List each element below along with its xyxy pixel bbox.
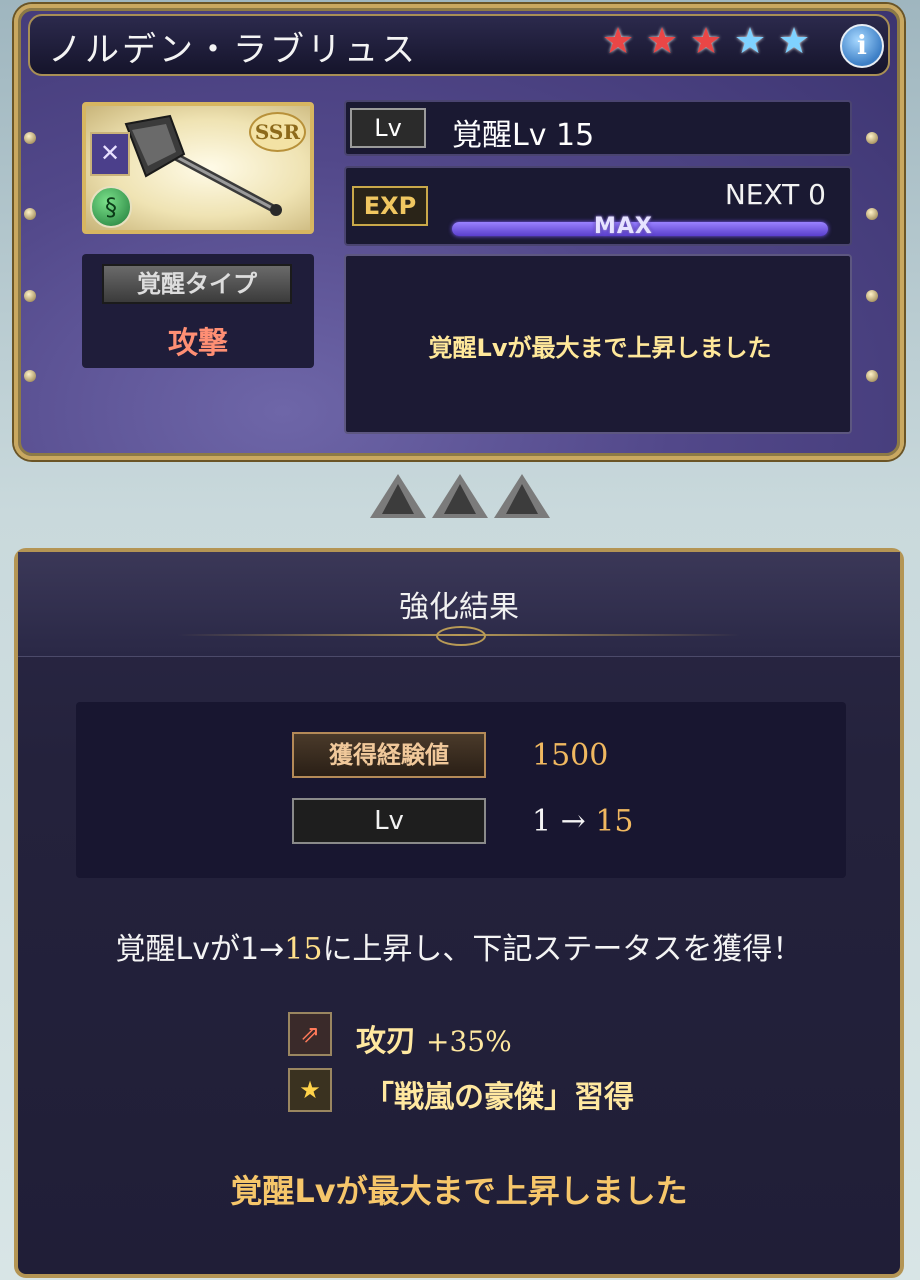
awakening-level: 覚醒Lv 15 [452,118,595,153]
gained-exp-value: 1500 [532,738,609,773]
lv-to: 15 [595,804,634,839]
star-icon: ★ [733,21,767,62]
title-bar: ノルデン・ラブリュス ★ ★ ★ ★ ★ i [28,14,890,76]
next-exp: NEXT 0 [724,178,826,211]
blade-up-icon: ⇗ [288,1012,332,1056]
lv-tag: Lv [350,108,426,148]
awakening-type-value: 攻撃 [168,326,228,361]
rarity-stars: ★ ★ ★ ★ ★ [596,22,816,62]
skill-label: 攻刃 [356,1024,416,1059]
rivet [24,132,36,144]
rivet [24,290,36,302]
lv-change-value: 1 → 15 [532,804,634,839]
lv-change-label: Lv [292,798,486,844]
exp-tag: EXP [352,186,428,226]
weapon-image[interactable]: SSR ✕ § [82,102,314,234]
arrow-up-icon [432,474,488,518]
rivet [866,290,878,302]
skill-name: 攻刃 +35% [356,1016,512,1060]
lv-from: 1 [532,804,552,839]
gained-exp-label: 獲得経験値 [292,732,486,778]
arrow-up-icon [370,474,426,518]
status-message: 覚醒Lvが最大まで上昇しました [428,334,772,362]
rivet [24,370,36,382]
gain-suffix: に上昇し、下記ステータスを獲得！ [322,932,803,967]
awakening-type-label: 覚醒タイプ [102,264,292,304]
footer-message: 覚醒Lvが最大まで上昇しました [230,1172,688,1210]
star-icon: ★ [645,21,679,62]
gain-summary: 覚醒Lvが1→15に上昇し、下記ステータスを獲得！ [18,924,900,968]
rivet [24,208,36,220]
star-icon: ★ [777,21,811,62]
max-label: MAX [594,214,653,239]
star-icon: ★ [689,21,723,62]
gain-to: 15 [284,932,323,967]
ornament-center [436,626,486,646]
result-title: 強化結果 [399,590,519,625]
ssr-badge: SSR [248,112,306,152]
info-icon: i [857,31,867,61]
arrow-up-icon [494,474,550,518]
rivet [866,370,878,382]
weapon-name: ノルデン・ラブリュス [48,30,418,70]
result-panel: 強化結果 獲得経験値 1500 Lv 1 → 15 覚醒Lvが1→15に上昇し、… [14,548,904,1278]
result-header: 強化結果 [18,552,900,657]
weapon-card: ノルデン・ラブリュス ★ ★ ★ ★ ★ i SSR ✕ § 覚醒タイプ 攻撃 Lv 覚… [14,4,904,460]
skill-bonus: +35% [426,1025,512,1058]
info-button[interactable]: i [840,24,884,68]
level-row: Lv 覚醒Lv 15 [344,100,852,156]
gain-arrow: → [259,932,285,967]
rivet [866,208,878,220]
weapon-type-icon: ✕ [90,132,130,176]
progress-arrows [370,474,550,522]
exp-row: EXP NEXT 0 MAX [344,166,852,246]
rivet [866,132,878,144]
lv-arrow: → [560,804,586,839]
star-icon: ★ [288,1068,332,1112]
wind-element-icon: § [90,186,132,228]
skill-label: 「戦嵐の豪傑」習得 [364,1080,634,1115]
stats-box: 獲得経験値 1500 Lv 1 → 15 [76,702,846,878]
status-message-box: 覚醒Lvが最大まで上昇しました [344,254,852,434]
gain-prefix: 覚醒Lvが [115,932,241,967]
star-icon: ★ [601,21,635,62]
gain-from: 1 [240,932,260,967]
awakening-type-box: 覚醒タイプ 攻撃 [82,254,314,368]
